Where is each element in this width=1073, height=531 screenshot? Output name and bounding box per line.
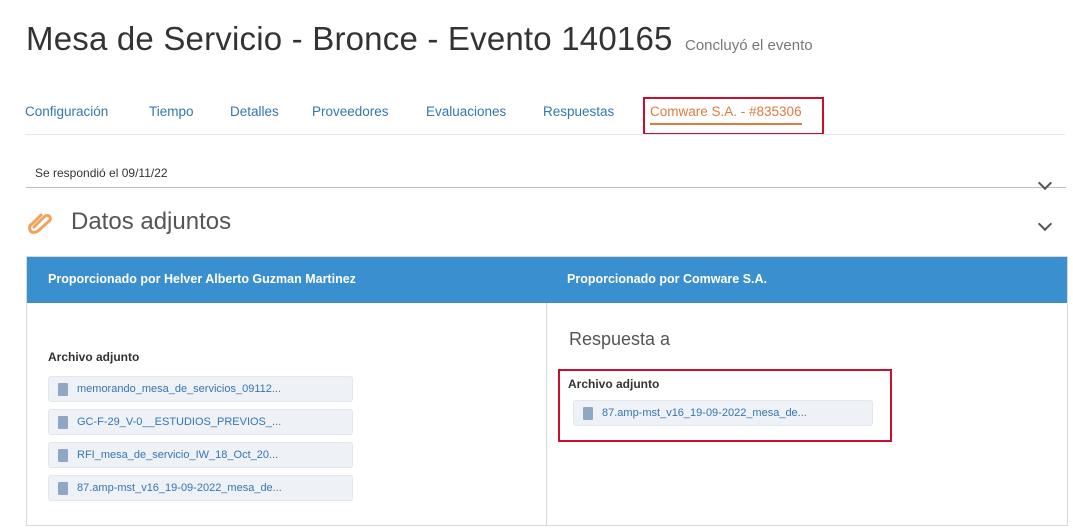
tab-detalles[interactable]: Detalles (230, 104, 279, 119)
highlight-box-tab (643, 97, 824, 135)
column-divider (546, 303, 547, 525)
paperclip-icon (28, 213, 52, 234)
document-icon (58, 416, 68, 429)
chevron-down-icon[interactable] (1037, 216, 1053, 232)
page-header: Mesa de Servicio - Bronce - Evento 14016… (26, 20, 813, 58)
response-summary-row[interactable]: Se respondió el 09/11/22 (26, 155, 1066, 191)
left-column-header: Proporcionado por Helver Alberto Guzman … (48, 272, 356, 286)
document-icon (58, 482, 68, 495)
document-icon (58, 383, 68, 396)
panel-header: Proporcionado por Helver Alberto Guzman … (27, 257, 1067, 303)
attachment-file-name: 87.amp-mst_v16_19-09-2022_mesa_de... (77, 482, 282, 494)
tab-tiempo[interactable]: Tiempo (149, 104, 194, 119)
chevron-down-icon[interactable] (1037, 175, 1053, 191)
attachments-title: Datos adjuntos (71, 208, 232, 235)
tab-respuestas[interactable]: Respuestas (543, 104, 614, 119)
document-icon (58, 449, 68, 462)
attachment-file[interactable]: memorando_mesa_de_servicios_09112... (48, 376, 353, 402)
event-status: Concluyó el evento (685, 37, 813, 54)
response-title: Respuesta a (569, 329, 671, 349)
attachments-panel: Proporcionado por Helver Alberto Guzman … (26, 256, 1068, 526)
attachment-file[interactable]: 87.amp-mst_v16_19-09-2022_mesa_de... (48, 475, 353, 501)
right-column-header: Proporcionado por Comware S.A. (567, 272, 768, 286)
tab-proveedores[interactable]: Proveedores (312, 104, 389, 119)
attachment-file-name: memorando_mesa_de_servicios_09112... (77, 383, 282, 395)
tab-configuracion[interactable]: Configuración (25, 104, 108, 119)
responded-date: Se respondió el 09/11/22 (35, 166, 168, 180)
tab-evaluaciones[interactable]: Evaluaciones (426, 104, 506, 119)
tab-bar: Configuración Tiempo Detalles Proveedore… (25, 104, 1065, 134)
page-title: Mesa de Servicio - Bronce - Evento 14016… (26, 20, 673, 57)
attachments-header[interactable]: Datos adjuntos (26, 195, 1066, 245)
left-attachment-subtitle: Archivo adjunto (48, 350, 140, 364)
highlight-box-attachment (558, 369, 892, 442)
attachment-file[interactable]: GC-F-29_V-0__ESTUDIOS_PREVIOS_... (48, 409, 353, 435)
attachment-file-name: RFI_mesa_de_servicio_IW_18_Oct_20... (77, 449, 279, 461)
attachment-file[interactable]: RFI_mesa_de_servicio_IW_18_Oct_20... (48, 442, 353, 468)
attachment-file-name: GC-F-29_V-0__ESTUDIOS_PREVIOS_... (77, 416, 282, 428)
tab-bar-divider (25, 134, 1065, 135)
